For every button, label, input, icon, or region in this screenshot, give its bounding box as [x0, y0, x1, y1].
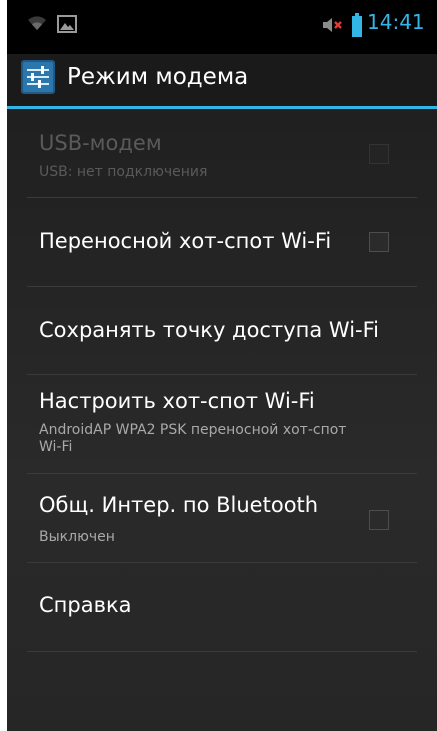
- configure-hotspot-item[interactable]: Настроить хот-спот Wi-Fi AndroidAP WPA2 …: [27, 375, 417, 474]
- help-item[interactable]: Справка: [27, 563, 417, 652]
- settings-icon[interactable]: [21, 60, 55, 98]
- usb-tethering-item: USB-модем USB: нет подключения: [27, 109, 417, 198]
- usb-tethering-summary: USB: нет подключения: [39, 164, 208, 180]
- usb-tethering-label: USB-модем: [39, 131, 162, 155]
- clock: 14:41: [367, 10, 425, 34]
- wifi-hotspot-label: Переносной хот-спот Wi-Fi: [39, 229, 332, 253]
- phone-screen: 14:41 Режим модема USB-модем USB: нет по…: [7, 0, 437, 731]
- status-bar: 14:41: [7, 0, 437, 54]
- settings-list: USB-модем USB: нет подключения Переносно…: [7, 109, 437, 731]
- page-title: Режим модема: [67, 64, 249, 90]
- action-bar: Режим модема: [7, 54, 437, 106]
- wifi-hotspot-checkbox[interactable]: [369, 232, 389, 252]
- wifi-hotspot-item[interactable]: Переносной хот-спот Wi-Fi: [27, 198, 417, 287]
- bluetooth-tethering-checkbox[interactable]: [369, 510, 389, 530]
- keep-hotspot-label: Сохранять точку доступа Wi-Fi: [39, 318, 380, 342]
- battery-icon: [352, 13, 362, 41]
- mute-icon: [322, 16, 344, 38]
- bluetooth-tethering-label: Общ. Интер. по Bluetooth: [39, 493, 319, 517]
- help-label: Справка: [39, 593, 132, 617]
- configure-hotspot-summary: AndroidAP WPA2 PSK переносной хот-спот W…: [39, 422, 347, 455]
- usb-tethering-checkbox: [369, 144, 389, 164]
- keep-hotspot-item[interactable]: Сохранять точку доступа Wi-Fi: [27, 287, 417, 375]
- picture-icon: [57, 15, 77, 37]
- bluetooth-tethering-summary: Выключен: [39, 529, 115, 545]
- wifi-icon: [27, 15, 47, 35]
- configure-hotspot-label: Настроить хот-спот Wi-Fi: [39, 389, 315, 413]
- bluetooth-tethering-item[interactable]: Общ. Интер. по Bluetooth Выключен: [27, 474, 417, 563]
